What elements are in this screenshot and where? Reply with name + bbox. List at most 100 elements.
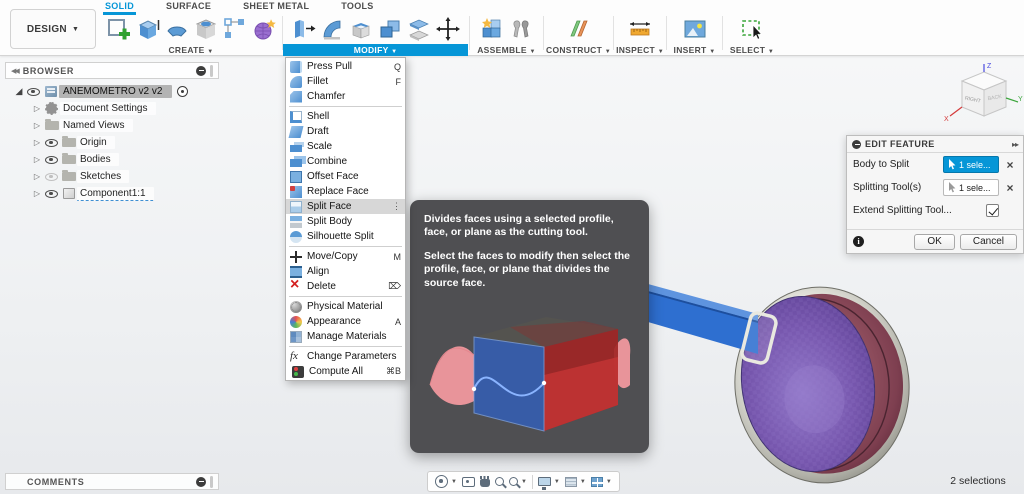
- create-group-label[interactable]: CREATE ▼: [100, 44, 282, 56]
- menu-item-fillet[interactable]: Fillet F: [286, 74, 405, 89]
- construct-plane-icon[interactable]: [566, 16, 592, 42]
- menu-item-combine[interactable]: Combine: [286, 154, 405, 169]
- tree-row-document-settings[interactable]: ▷ Document Settings: [5, 100, 219, 117]
- info-icon[interactable]: i: [853, 236, 864, 247]
- comments-header[interactable]: COMMENTS: [5, 473, 219, 490]
- tree-row-sketches[interactable]: ▷ Sketches: [5, 168, 219, 185]
- tree-row-named-views[interactable]: ▷ Named Views: [5, 117, 219, 134]
- create-sketch-icon[interactable]: [106, 16, 132, 42]
- view-cube[interactable]: RIGHT BACK Z Y X: [938, 60, 1024, 136]
- splitting-tools-selection-button[interactable]: 1 sele...: [943, 179, 999, 196]
- collapsed-icon[interactable]: ▷: [31, 155, 43, 164]
- tab-tools[interactable]: TOOLS: [339, 0, 375, 12]
- browser-header[interactable]: ◀◀ BROWSER: [5, 62, 219, 79]
- tab-surface[interactable]: SURFACE: [164, 0, 213, 12]
- menu-item-shell[interactable]: Shell: [286, 109, 405, 124]
- chevron-down-icon[interactable]: ▼: [606, 479, 612, 485]
- activate-component-radio[interactable]: [177, 86, 189, 97]
- collapsed-icon[interactable]: ▷: [31, 104, 43, 113]
- menu-item-physical-material[interactable]: Physical Material: [286, 299, 405, 314]
- menu-item-press-pull[interactable]: Press Pull Q: [286, 59, 405, 74]
- visibility-eye-icon[interactable]: [27, 87, 40, 96]
- visibility-eye-icon[interactable]: [45, 138, 58, 147]
- create-form-icon[interactable]: [251, 16, 277, 42]
- menu-item-silhouette-split[interactable]: Silhouette Split: [286, 229, 405, 244]
- visibility-eye-icon[interactable]: [45, 189, 58, 198]
- inspect-group-label[interactable]: INSPECT ▼: [614, 44, 666, 56]
- revolve-icon[interactable]: [164, 16, 190, 42]
- insert-group-label[interactable]: INSERT ▼: [667, 44, 722, 56]
- menu-item-draft[interactable]: Draft: [286, 124, 405, 139]
- extrude-icon[interactable]: [135, 16, 161, 42]
- assemble-group-label[interactable]: ASSEMBLE ▼: [470, 44, 543, 56]
- press-pull-icon[interactable]: [290, 16, 316, 42]
- design-workspace-switcher[interactable]: DESIGN ▼: [10, 9, 96, 49]
- menu-item-replace-face[interactable]: Replace Face: [286, 184, 405, 199]
- menu-item-appearance[interactable]: Appearance A: [286, 314, 405, 329]
- visibility-eye-off-icon[interactable]: [45, 172, 58, 181]
- panel-grip[interactable]: [210, 475, 213, 488]
- body-to-split-selection-button[interactable]: 1 sele...: [943, 156, 999, 173]
- grid-settings-icon[interactable]: [564, 477, 577, 488]
- tree-row-origin[interactable]: ▷ Origin: [5, 134, 219, 151]
- edit-feature-header[interactable]: EDIT FEATURE ▸▸: [847, 136, 1023, 153]
- visibility-eye-icon[interactable]: [45, 155, 58, 164]
- measure-icon[interactable]: [627, 16, 653, 42]
- pattern-icon[interactable]: [222, 16, 248, 42]
- panel-grip[interactable]: [210, 64, 213, 77]
- clear-selection-icon[interactable]: ×: [1003, 158, 1017, 172]
- collapsed-icon[interactable]: ▷: [31, 121, 43, 130]
- menu-item-scale[interactable]: Scale: [286, 139, 405, 154]
- menu-item-split-face[interactable]: Split Face ⋮: [286, 199, 405, 214]
- extend-splitting-tool-checkbox[interactable]: [986, 204, 999, 217]
- menu-item-change-parameters[interactable]: Change Parameters: [286, 349, 405, 364]
- collapsed-icon[interactable]: ▷: [31, 189, 43, 198]
- menu-item-move-copy[interactable]: Move/Copy M: [286, 249, 405, 264]
- tree-row-bodies[interactable]: ▷ Bodies: [5, 151, 219, 168]
- split-body-icon[interactable]: [406, 16, 432, 42]
- tab-sheet-metal[interactable]: SHEET METAL: [241, 0, 311, 12]
- browser-options-icon[interactable]: [196, 65, 206, 76]
- insert-image-icon[interactable]: [682, 16, 708, 42]
- joint-icon[interactable]: [508, 16, 534, 42]
- anemometer-cup-model[interactable]: [640, 270, 1024, 494]
- menu-item-offset-face[interactable]: Offset Face: [286, 169, 405, 184]
- select-icon[interactable]: [739, 16, 765, 42]
- expand-dialog-icon[interactable]: ▸▸: [1012, 140, 1019, 149]
- collapsed-icon[interactable]: ▷: [31, 138, 43, 147]
- expanded-icon[interactable]: ◢: [13, 86, 25, 97]
- zoom-window-icon[interactable]: [508, 477, 518, 486]
- zoom-icon[interactable]: [494, 477, 504, 486]
- viewports-icon[interactable]: [590, 477, 604, 489]
- menu-item-split-body[interactable]: Split Body: [286, 214, 405, 229]
- menu-item-compute-all[interactable]: Compute All ⌘B: [286, 364, 405, 379]
- tree-row-root[interactable]: ◢ ANEMOMETRO v2 v2: [5, 83, 219, 100]
- combine-icon[interactable]: [377, 16, 403, 42]
- shell-icon[interactable]: [348, 16, 374, 42]
- hole-icon[interactable]: [193, 16, 219, 42]
- chevron-down-icon[interactable]: ▼: [521, 479, 527, 485]
- tree-row-component1[interactable]: ▷ Component1:1: [5, 185, 219, 202]
- new-component-icon[interactable]: [479, 16, 505, 42]
- look-at-icon[interactable]: [461, 477, 475, 488]
- comments-options-icon[interactable]: [196, 476, 206, 487]
- clear-selection-icon[interactable]: ×: [1003, 181, 1017, 195]
- chevron-down-icon[interactable]: ▼: [580, 479, 586, 485]
- cancel-button[interactable]: Cancel: [959, 233, 1017, 250]
- menu-item-manage-materials[interactable]: Manage Materials: [286, 329, 405, 344]
- root-document-label[interactable]: ANEMOMETRO v2 v2: [59, 85, 173, 98]
- display-settings-icon[interactable]: [537, 477, 551, 490]
- menu-item-chamfer[interactable]: Chamfer: [286, 89, 405, 104]
- chevron-down-icon[interactable]: ▼: [451, 479, 457, 485]
- construct-group-label[interactable]: CONSTRUCT ▼: [544, 44, 613, 56]
- menu-item-delete[interactable]: Delete⌦: [286, 277, 405, 294]
- move-copy-icon[interactable]: [435, 16, 461, 42]
- collapsed-icon[interactable]: ▷: [31, 172, 43, 181]
- ok-button[interactable]: OK: [914, 233, 955, 250]
- collapse-panel-icon[interactable]: ◀◀: [11, 67, 20, 75]
- orbit-icon[interactable]: [435, 475, 448, 488]
- modify-group-label[interactable]: MODIFY ▼: [283, 44, 468, 56]
- menu-item-align[interactable]: Align: [286, 264, 405, 279]
- fillet-icon[interactable]: [319, 16, 345, 42]
- pan-icon[interactable]: [479, 476, 490, 487]
